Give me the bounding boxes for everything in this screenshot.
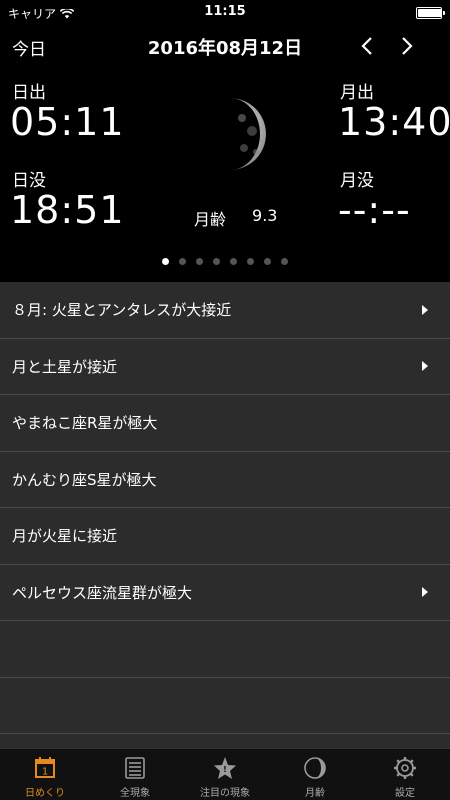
list-icon bbox=[122, 755, 148, 781]
tab-label: 日めくり bbox=[25, 788, 65, 799]
tab-gear[interactable]: 設定 bbox=[360, 749, 450, 800]
status-bar: キャリア 11:15 bbox=[0, 0, 450, 26]
sunrise-time: 05:11 bbox=[10, 100, 125, 144]
sunset-time: 18:51 bbox=[10, 188, 125, 232]
page-dot[interactable] bbox=[213, 258, 220, 265]
moon-age: 月齢 9.3 bbox=[194, 206, 277, 230]
tab-label: 全現象 bbox=[120, 788, 150, 799]
tab-label: 月齢 bbox=[305, 788, 325, 799]
tab-bar: 1 日めくり 全現象! 注目の現象 月齢 設定 bbox=[0, 748, 450, 800]
svg-text:1: 1 bbox=[42, 767, 48, 778]
disclosure-arrow-icon bbox=[422, 361, 428, 372]
page-dot[interactable] bbox=[281, 258, 288, 265]
tab-star[interactable]: ! 注目の現象 bbox=[180, 749, 270, 800]
prev-day-button[interactable] bbox=[354, 32, 380, 60]
star-icon: ! bbox=[212, 755, 238, 781]
calendar-icon: 1 bbox=[32, 755, 58, 781]
event-title: ８月: 火星とアンタレスが大接近 bbox=[12, 301, 232, 320]
event-list: ８月: 火星とアンタレスが大接近 月と土星が接近やまねこ座R星が極大 かんむり座S星… bbox=[0, 282, 450, 748]
disclosure-arrow-icon bbox=[422, 587, 428, 598]
page-dot[interactable] bbox=[230, 258, 237, 265]
page-control[interactable] bbox=[0, 258, 450, 265]
event-row[interactable]: ８月: 火星とアンタレスが大接近 bbox=[0, 282, 450, 339]
page-dot[interactable] bbox=[179, 258, 186, 265]
chevron-right-icon bbox=[402, 37, 413, 55]
moon-age-label: 月齢 bbox=[194, 210, 227, 229]
nav-bar: 今日 2016年08月12日 bbox=[0, 26, 450, 66]
moonrise-time: 13:40 bbox=[338, 100, 450, 144]
event-title: かんむり座S星が極大 bbox=[12, 470, 157, 489]
event-row[interactable]: やまねこ座R星が極大 bbox=[0, 395, 450, 452]
tab-label: 注目の現象 bbox=[200, 788, 250, 799]
event-title: 月と土星が接近 bbox=[12, 357, 118, 376]
status-time: 11:15 bbox=[204, 4, 246, 19]
moon-phase-image bbox=[230, 98, 266, 170]
page-dot[interactable] bbox=[247, 258, 254, 265]
chevron-left-icon bbox=[361, 37, 372, 55]
tab-list[interactable]: 全現象 bbox=[90, 749, 180, 800]
tab-calendar[interactable]: 1 日めくり bbox=[0, 749, 90, 800]
astro-panel: 日出 05:11 日没 18:51 月出 13:40 月没 --:-- 月齢 9… bbox=[0, 66, 450, 281]
moon-phase-icon bbox=[302, 755, 328, 781]
event-row[interactable]: ペルセウス座流星群が極大 bbox=[0, 565, 450, 621]
svg-text:!: ! bbox=[223, 765, 227, 774]
page-title: 2016年08月12日 bbox=[147, 38, 303, 59]
disclosure-arrow-icon bbox=[422, 304, 428, 315]
event-title: ペルセウス座流星群が極大 bbox=[12, 583, 193, 602]
page-dot[interactable] bbox=[196, 258, 203, 265]
tab-moon-phase[interactable]: 月齢 bbox=[270, 749, 360, 800]
moon-age-value: 9.3 bbox=[252, 206, 278, 225]
event-row[interactable]: 月と土星が接近 bbox=[0, 339, 450, 395]
event-row bbox=[0, 678, 450, 734]
event-title: やまねこ座R星が極大 bbox=[12, 414, 158, 433]
event-title: 月が火星に接近 bbox=[12, 527, 118, 546]
event-row[interactable]: 月が火星に接近 bbox=[0, 508, 450, 565]
gear-icon bbox=[392, 755, 418, 781]
moonset-time: --:-- bbox=[338, 188, 411, 232]
tab-label: 設定 bbox=[395, 788, 415, 799]
event-row bbox=[0, 621, 450, 678]
next-day-button[interactable] bbox=[394, 32, 420, 60]
event-row[interactable]: かんむり座S星が極大 bbox=[0, 452, 450, 508]
page-dot[interactable] bbox=[264, 258, 271, 265]
page-dot[interactable] bbox=[162, 258, 169, 265]
battery-icon bbox=[416, 7, 445, 19]
